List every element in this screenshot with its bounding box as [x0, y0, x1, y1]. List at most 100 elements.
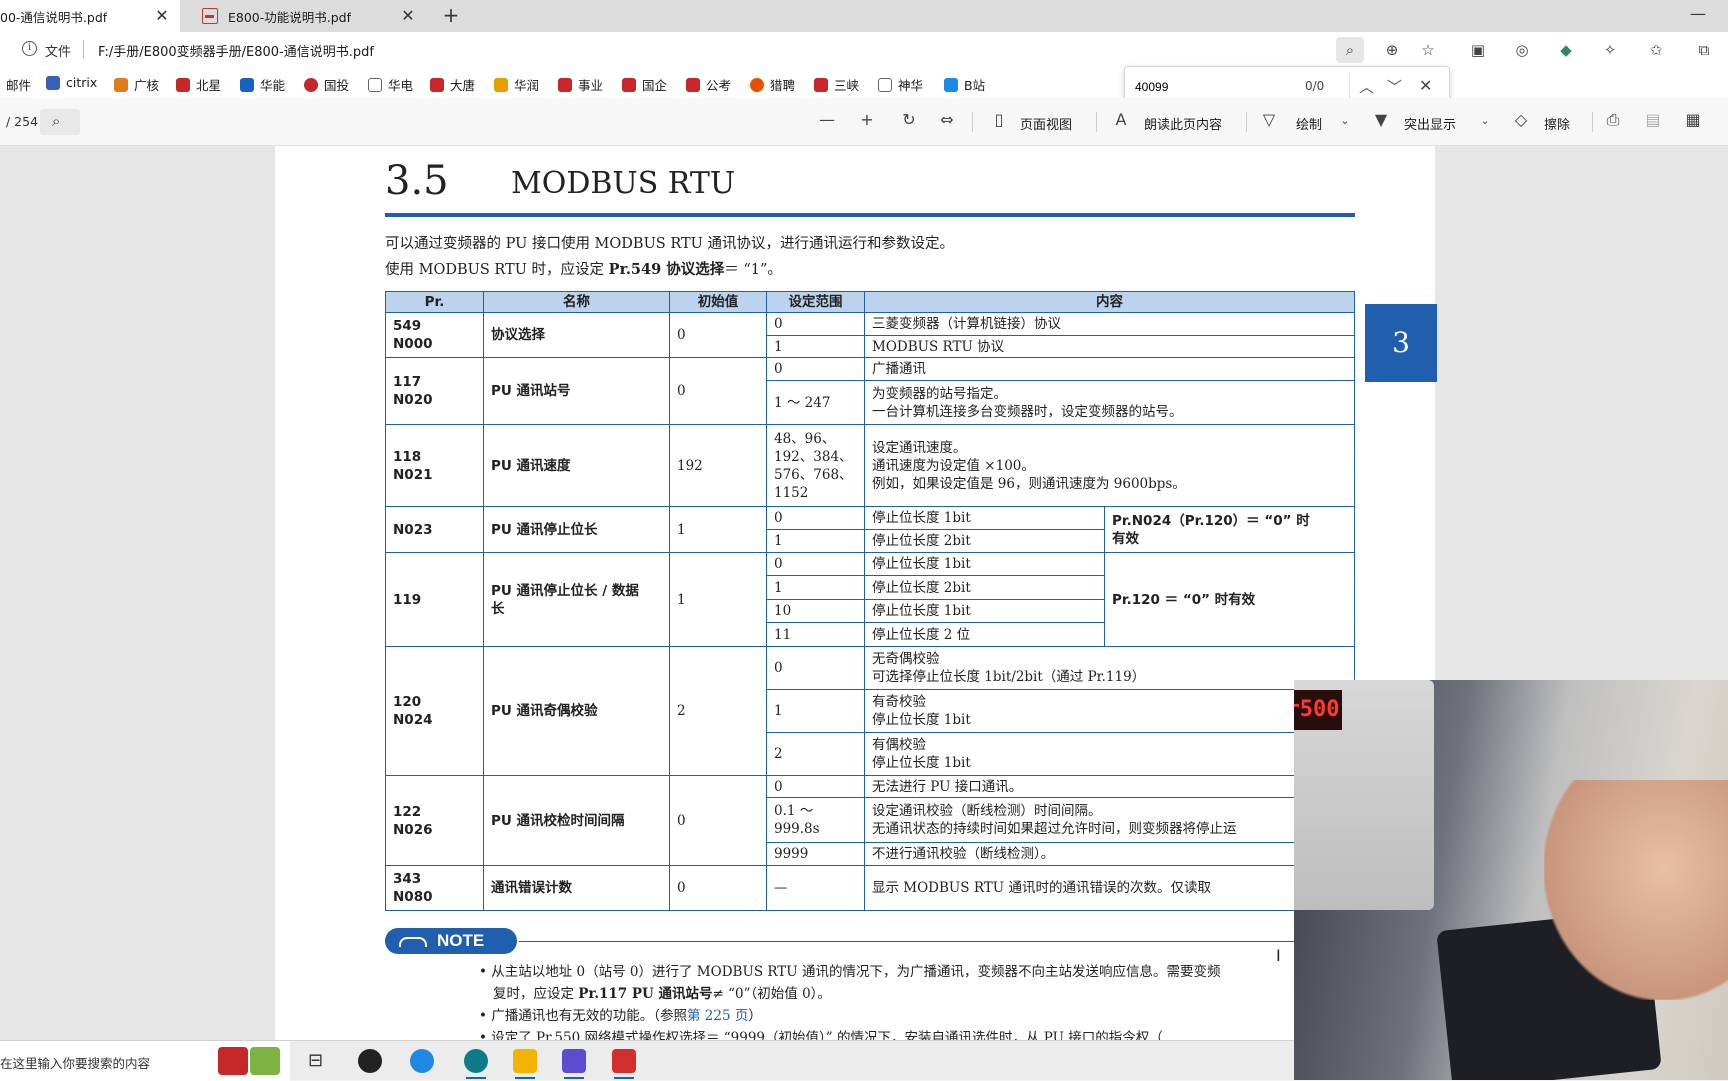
read-aloud-button[interactable]: ⌕	[1336, 37, 1364, 63]
read-aloud-page-button[interactable]: 朗读此页内容	[1144, 114, 1222, 133]
table-cell-pr: 549 N000	[385, 312, 484, 358]
taskbar-search[interactable]: 在这里输入你要搜索的内容	[0, 1041, 290, 1081]
fav-huadian[interactable]: 华电	[368, 75, 413, 94]
erase-button[interactable]: 擦除	[1544, 114, 1570, 133]
fav-beixing[interactable]: 北星	[176, 75, 221, 94]
pdf-search-button[interactable]: ⌕	[40, 109, 80, 135]
note-badge: NOTE	[385, 928, 517, 954]
close-icon[interactable]: ✕	[1419, 76, 1432, 95]
fav-guotou[interactable]: 国投	[304, 75, 349, 94]
note-line: • 从主站以地址 0（站号 0）进行了 MODBUS RTU 通讯的情况下，为广…	[479, 964, 1221, 980]
file-explorer-icon[interactable]	[513, 1049, 537, 1079]
table-cell-content: 设定通讯速度。 通讯速度为设定值 ×100。 例如，如果设定值是 96，则通讯速…	[864, 424, 1355, 507]
favorites-bar: 邮件 citrix 广核 北星 华能 国投 华电 大唐 华润 事业 国企 公考 …	[0, 68, 1728, 98]
taskbar: 在这里输入你要搜索的内容 ⊟	[0, 1040, 1294, 1081]
new-tab-button[interactable]: +	[438, 3, 464, 27]
ie-icon[interactable]	[410, 1049, 434, 1073]
fav-huaneng[interactable]: 华能	[240, 75, 285, 94]
site-icon	[114, 77, 128, 92]
pdf-app-icon[interactable]	[612, 1049, 636, 1079]
table-cell-content: 不进行通讯校验（断线检测）。	[864, 842, 1355, 866]
save-icon[interactable]: ▤	[1642, 110, 1664, 129]
puzzle-icon[interactable]: ✧	[1600, 40, 1620, 60]
table-cell-name: PU 通讯停止位长 / 数据 长	[483, 552, 670, 647]
app-icon[interactable]	[358, 1049, 382, 1073]
info-icon[interactable]: i	[22, 41, 37, 56]
minimize-icon[interactable]: —	[1690, 4, 1706, 23]
print-icon[interactable]: ⎙	[1602, 110, 1624, 130]
zoom-in-icon[interactable]: +	[856, 110, 878, 129]
fav-shenhua[interactable]: 神华	[878, 75, 923, 94]
intro-paragraph-2: 使用 MODBUS RTU 时，应设定 Pr.549 协议选择＝ “1”。	[385, 261, 782, 278]
zoom-out-icon[interactable]: —	[816, 110, 838, 129]
page-icon	[878, 77, 892, 92]
favorite-star-icon[interactable]: ☆	[1418, 40, 1438, 60]
table-cell-range: 0.1 ～ 999.8s	[766, 797, 865, 843]
section-title: MODBUS RTU	[511, 166, 736, 201]
fav-bilibili[interactable]: B站	[944, 75, 985, 94]
tab-functional-pdf[interactable]: E800-功能说明书.pdf ✕	[190, 0, 426, 32]
table-cell-content: 设定通讯校验（断线检测）时间间隔。 无通讯状态的持续时间如果超过允许时间，则变频…	[864, 797, 1355, 843]
favorites-icon[interactable]: ✩	[1646, 40, 1666, 60]
fav-sanxia[interactable]: 三峡	[814, 75, 859, 94]
page-view-button[interactable]: 页面视图	[1020, 114, 1072, 133]
table-header-content: 内容	[864, 291, 1355, 313]
table-cell-range: 0	[766, 552, 865, 576]
table-cell-content: 显示 MODBUS RTU 通讯时的通讯错误的次数。仅读取	[864, 865, 1355, 911]
page-link[interactable]: 第 225 页	[687, 1008, 748, 1024]
table-cell-init: 192	[669, 424, 767, 507]
table-cell-range: 0	[766, 775, 865, 798]
table-cell-range: 10	[766, 599, 865, 623]
edge-icon[interactable]	[464, 1049, 488, 1079]
close-icon[interactable]: ✕	[152, 6, 172, 25]
highlight-button[interactable]: 突出显示	[1404, 114, 1456, 133]
divider	[1349, 73, 1350, 101]
table-cell-init: 1	[669, 552, 767, 647]
tab-actions-icon[interactable]: ⧉	[1694, 40, 1714, 60]
page-count: / 254	[6, 114, 39, 129]
fav-huarun[interactable]: 华润	[494, 75, 539, 94]
table-cell-pr: 122 N026	[385, 775, 484, 866]
close-icon[interactable]: ✕	[398, 6, 418, 25]
fav-guanghe[interactable]: 广核	[114, 75, 159, 94]
rotate-icon[interactable]: ↻	[898, 110, 920, 129]
table-header-range: 设定范围	[766, 291, 865, 313]
tab-active-pdf[interactable]: 00-通信说明书.pdf ✕	[0, 0, 180, 32]
fav-mail[interactable]: 邮件	[6, 75, 31, 94]
fav-gongkao[interactable]: 公考	[686, 75, 731, 94]
fav-citrix[interactable]: citrix	[46, 75, 97, 90]
extension-green-icon[interactable]: ◆	[1556, 40, 1576, 60]
save-as-icon[interactable]: ▦	[1682, 110, 1704, 129]
note-rule	[519, 941, 1355, 942]
table-cell-init: 0	[669, 357, 767, 425]
collections-icon[interactable]: ▣	[1468, 40, 1488, 60]
fit-page-icon[interactable]: ⇔	[936, 110, 958, 129]
fav-liepin[interactable]: 猎聘	[750, 75, 795, 94]
fav-shiye[interactable]: 事业	[558, 75, 603, 94]
find-count: 0/0	[1305, 79, 1325, 93]
site-icon	[622, 77, 636, 92]
fav-guoqi[interactable]: 国企	[622, 75, 667, 94]
table-cell-pr: 120 N024	[385, 646, 484, 776]
url-field[interactable]: F:/手册/E800变频器手册/E800-通信说明书.pdf	[98, 41, 374, 60]
site-icon	[944, 77, 958, 92]
find-input[interactable]	[1135, 75, 1315, 99]
table-cell-name: 协议选择	[483, 312, 670, 358]
find-next-button[interactable]: ﹀	[1387, 76, 1402, 97]
fav-datang[interactable]: 大唐	[430, 75, 475, 94]
zoom-icon[interactable]: ⊕	[1382, 40, 1402, 60]
extension-icon[interactable]: ◎	[1512, 40, 1532, 60]
find-previous-button[interactable]: ︿	[1359, 76, 1374, 97]
table-cell-name: PU 通讯停止位长	[483, 506, 670, 553]
table-cell-content: 停止位长度 1bit	[864, 599, 1105, 623]
chevron-down-icon[interactable]: ⌄	[1334, 114, 1356, 127]
divider	[972, 112, 973, 132]
table-cell-content: 为变频器的站号指定。 一台计算机连接多台变频器时，设定变频器的站号。	[864, 380, 1355, 425]
parameter-table: Pr. 名称 初始值 设定范围 内容 549 N000 协议选择 0 0 三菱变…	[385, 291, 1355, 911]
draw-button[interactable]: 绘制	[1296, 114, 1322, 133]
app-icon[interactable]	[562, 1049, 586, 1079]
chevron-down-icon[interactable]: ⌄	[1474, 114, 1496, 127]
tab-strip: 00-通信说明书.pdf ✕ E800-功能说明书.pdf ✕ + —	[0, 0, 1728, 32]
divider	[83, 40, 84, 58]
task-view-icon[interactable]: ⊟	[308, 1050, 323, 1071]
